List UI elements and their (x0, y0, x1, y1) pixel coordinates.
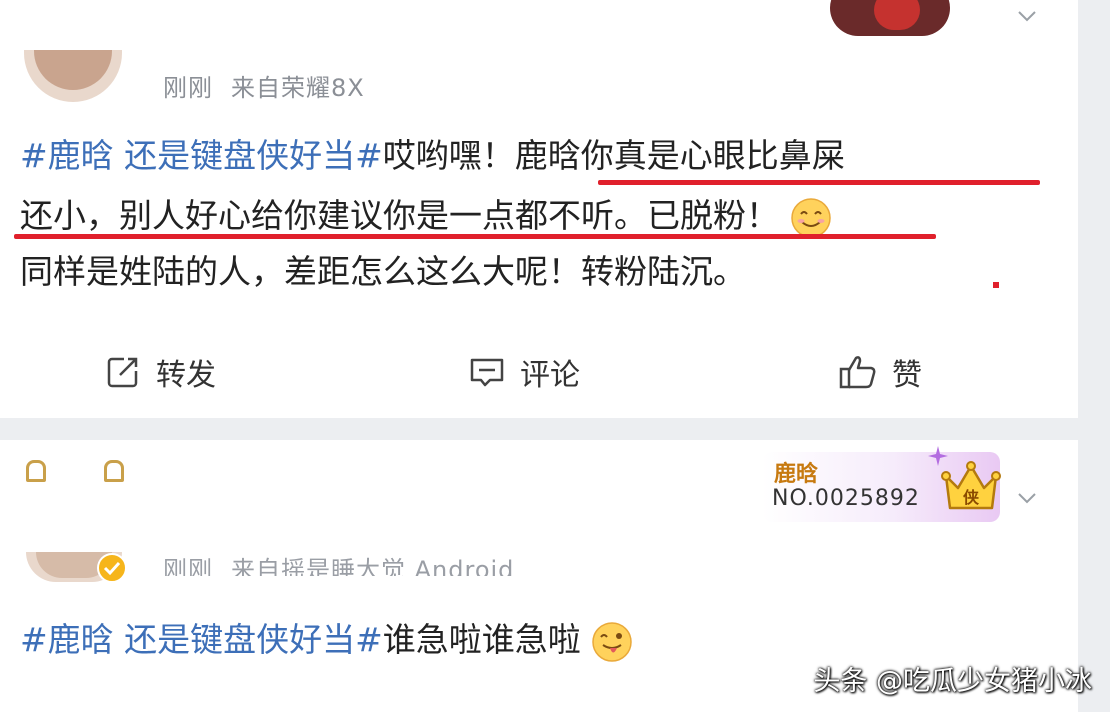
repost-button[interactable]: 转发 (104, 350, 216, 394)
comment-label: 评论 (520, 358, 580, 393)
watermark: 头条 @吃瓜少女猪小冰 (813, 666, 1092, 697)
highlighted-text: 鹿晗你真是心眼比鼻屎 (514, 136, 845, 175)
like-label: 赞 (892, 358, 922, 393)
fan-badge[interactable]: 鹿晗 NO.0025892 侠 (762, 446, 1006, 524)
red-underline (14, 234, 936, 239)
highlighted-text: 还小，别人好心给你建议你是一点都不听。 (20, 196, 647, 235)
like-button[interactable]: 赞 (838, 350, 922, 394)
hashtag-link[interactable]: #鹿晗 还是键盘侠好当# (20, 620, 383, 659)
repost-icon (107, 357, 138, 388)
chevron-down-icon[interactable] (1018, 10, 1036, 22)
post-text-fragment: 谁急啦谁急啦 (382, 620, 581, 659)
post-time: 刚刚 (163, 74, 213, 102)
post-meta: 刚刚 来自荣耀8X (163, 68, 383, 103)
post-source: 来自荣耀8X (231, 74, 365, 102)
red-dot (993, 282, 999, 288)
action-bar: 转发 评论 赞 (0, 350, 1078, 396)
smile-emoji-icon (790, 197, 831, 238)
post-body-line-1: #鹿晗 还是键盘侠好当#哎哟嘿！鹿晗你真是心眼比鼻屎 (20, 128, 845, 184)
comment-icon (470, 358, 504, 387)
post-text-fragment: 哎哟嘿！ (382, 136, 515, 175)
post-time: 刚刚 (163, 556, 213, 576)
post-source: 来自摇是睡大觉 Android (231, 556, 515, 576)
post-body-line-1: #鹿晗 还是键盘侠好当#谁急啦谁急啦 (20, 612, 633, 668)
post-body-line-3: 同样是姓陆的人，差距怎么这么大呢！转粉陆沉。 (20, 252, 746, 291)
thumbs-up-icon (839, 356, 876, 389)
verified-badge-icon (97, 553, 127, 583)
post-text-fragment: 已脱粉！ (647, 196, 779, 235)
image-fragment (822, 0, 972, 38)
chevron-down-icon[interactable] (1018, 492, 1036, 504)
image-fragment (22, 456, 50, 482)
red-underline (598, 180, 1040, 185)
avatar[interactable] (24, 50, 122, 102)
hashtag-link[interactable]: #鹿晗 还是键盘侠好当# (20, 136, 383, 175)
fan-badge-number: NO.0025892 (772, 486, 920, 511)
image-fragment (100, 456, 128, 482)
fan-badge-name: 鹿晗 (774, 462, 819, 487)
sparkle-icon (928, 446, 948, 466)
svg-text:侠: 侠 (963, 488, 980, 507)
post-meta: 刚刚 来自摇是睡大觉 Android (163, 550, 532, 576)
comment-button[interactable]: 评论 (468, 350, 580, 394)
post-card-1: 刚刚 来自荣耀8X #鹿晗 还是键盘侠好当#哎哟嘿！鹿晗你真是心眼比鼻屎 还小，别… (0, 0, 1078, 418)
tongue-out-emoji-icon (592, 621, 633, 662)
repost-label: 转发 (156, 358, 216, 393)
